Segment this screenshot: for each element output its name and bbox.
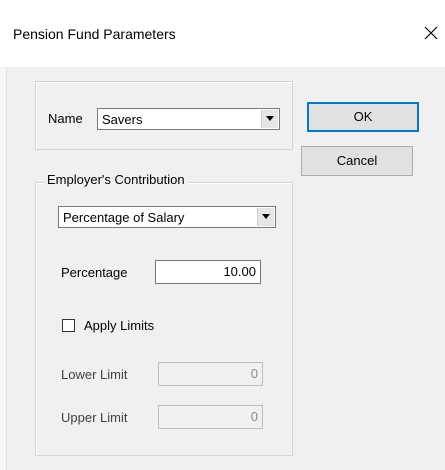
- close-button[interactable]: [420, 18, 445, 48]
- lower-limit-input[interactable]: 0: [158, 362, 263, 386]
- contribution-method-value: Percentage of Salary: [63, 210, 185, 225]
- upper-limit-label: Upper Limit: [61, 410, 128, 425]
- percentage-label: Percentage: [61, 265, 128, 280]
- cancel-button[interactable]: Cancel: [301, 146, 413, 176]
- title-bar[interactable]: Pension Fund Parameters: [0, 0, 445, 67]
- name-dropdown-value: Savers: [102, 112, 143, 127]
- name-dropdown-arrow[interactable]: [261, 110, 278, 128]
- apply-limits-label[interactable]: Apply Limits: [84, 318, 154, 333]
- contribution-method-arrow[interactable]: [257, 208, 274, 226]
- percentage-input[interactable]: 10.00: [155, 260, 261, 284]
- lower-limit-label: Lower Limit: [61, 367, 128, 382]
- dialog-title: Pension Fund Parameters: [13, 26, 176, 42]
- contribution-method-dropdown[interactable]: Percentage of Salary: [58, 206, 276, 228]
- window-border: [0, 67, 7, 470]
- name-dropdown[interactable]: Savers: [97, 108, 280, 130]
- dialog-window: Pension Fund Parameters Name Savers OK C…: [0, 0, 445, 470]
- ok-button[interactable]: OK: [307, 102, 419, 132]
- name-label: Name: [48, 111, 83, 126]
- contribution-group-title: Employer's Contribution: [44, 172, 188, 187]
- apply-limits-checkbox[interactable]: [62, 319, 75, 332]
- upper-limit-input[interactable]: 0: [158, 405, 263, 429]
